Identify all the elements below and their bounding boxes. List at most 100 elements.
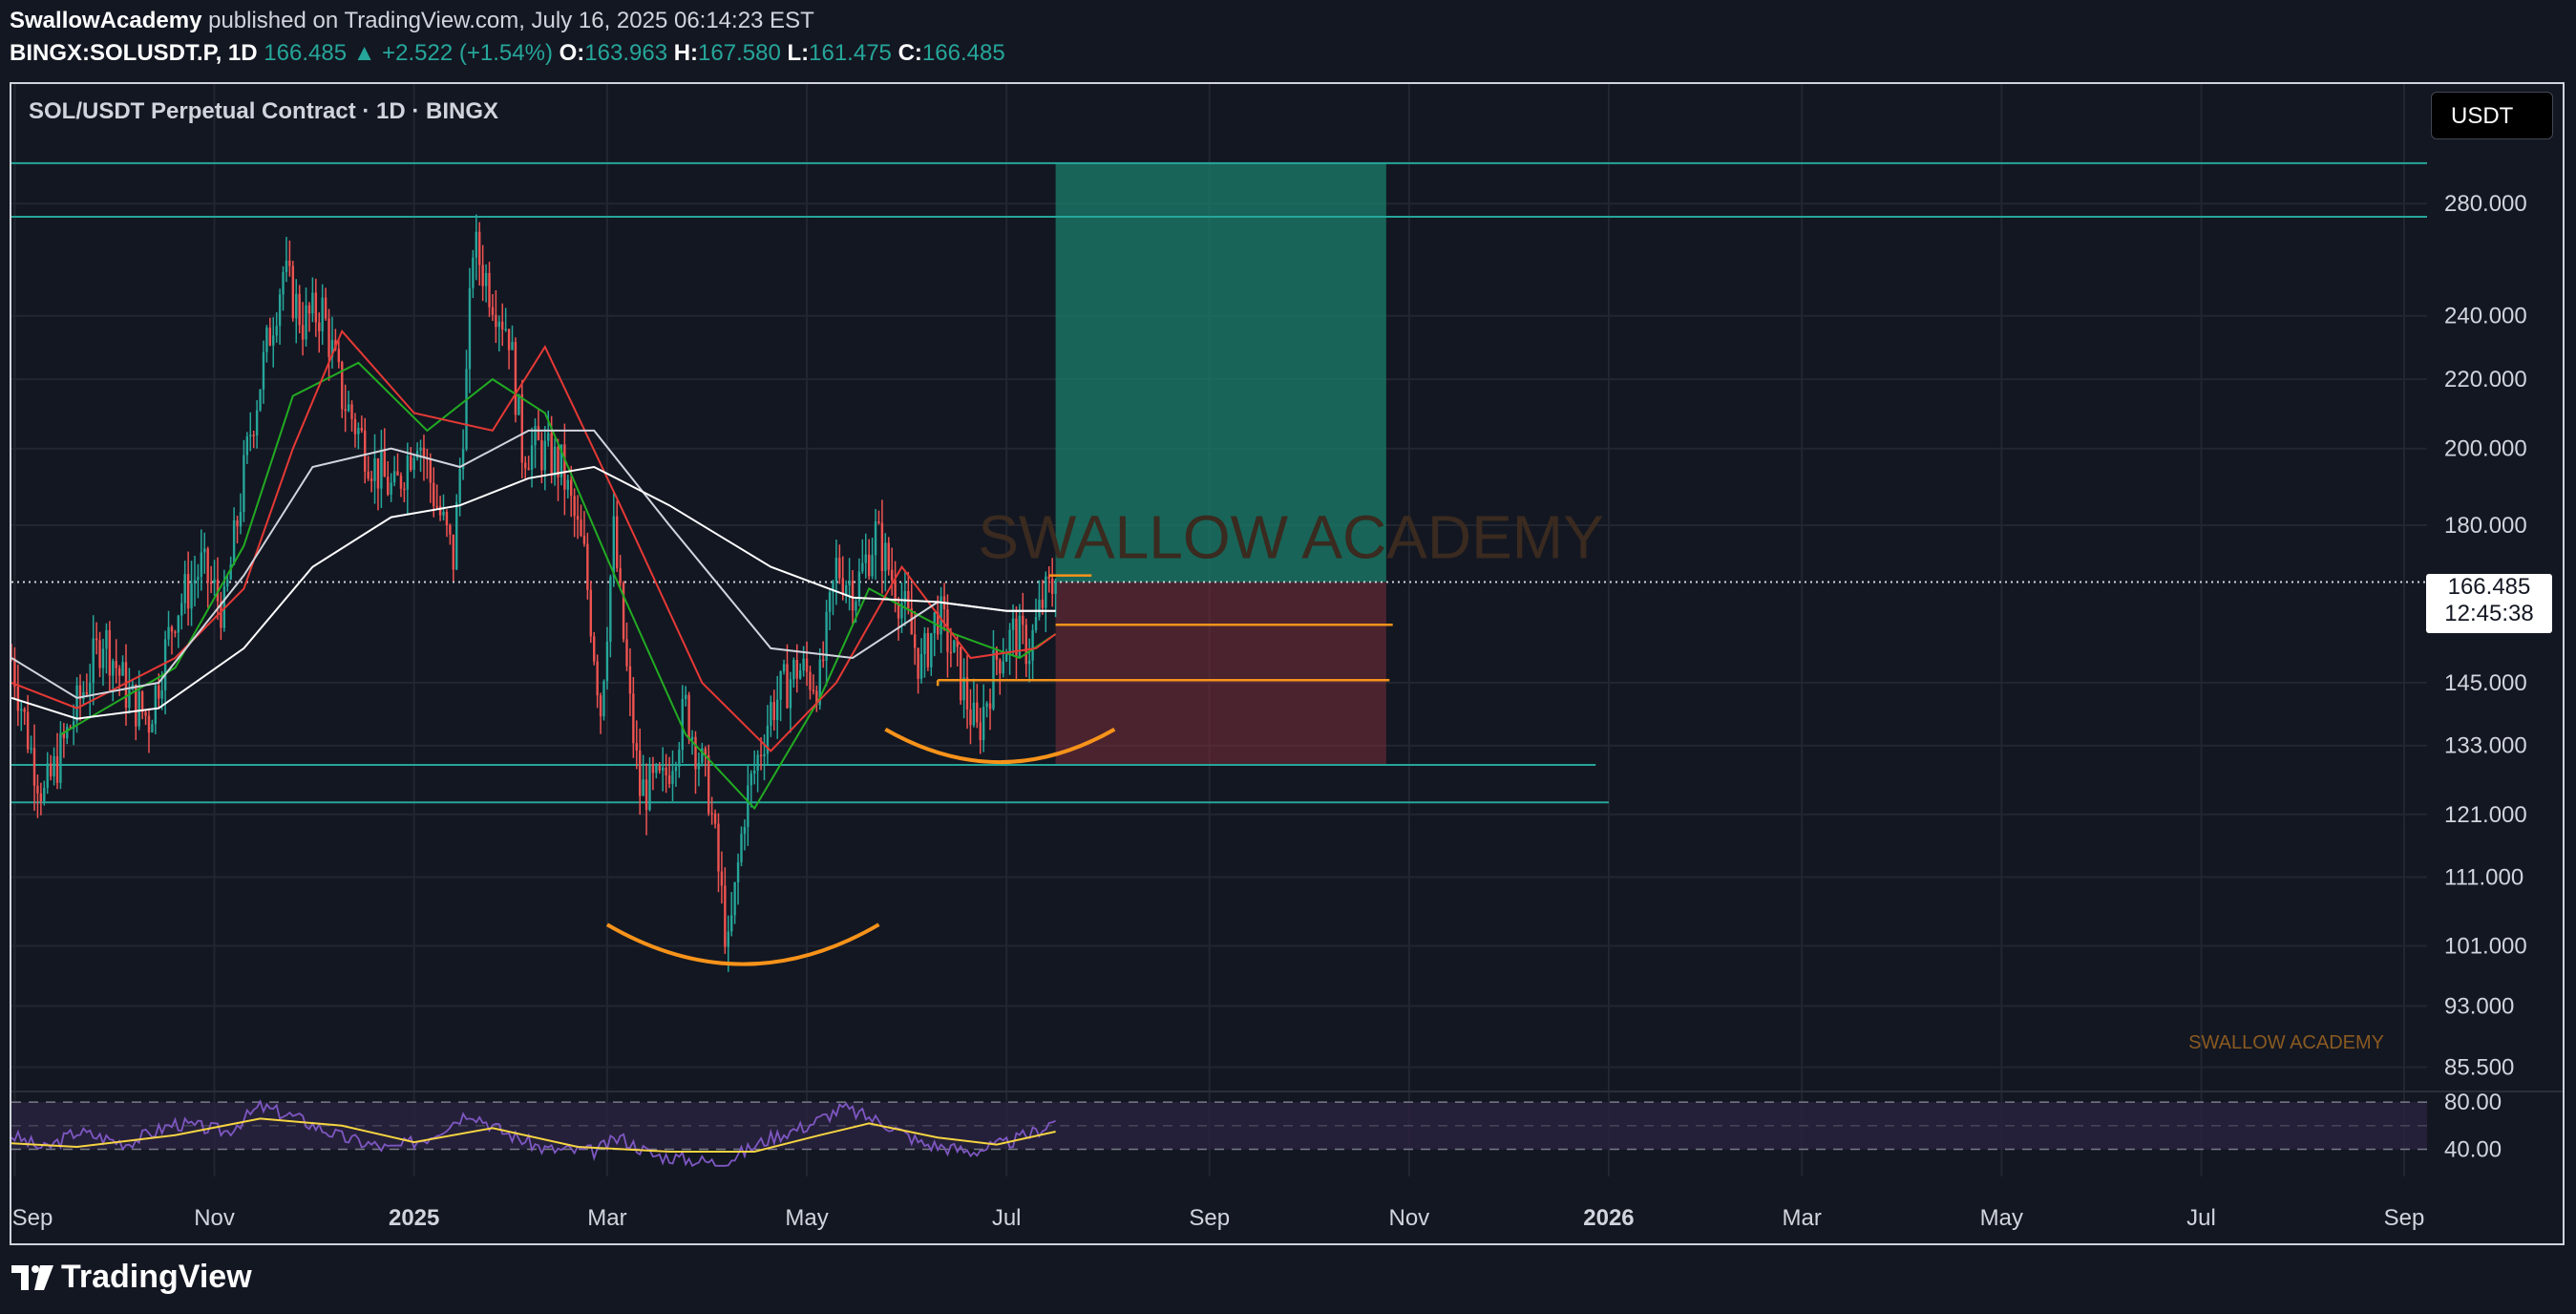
candle-body	[632, 693, 635, 744]
price-change: ▲ +2.522 (+1.54%)	[352, 40, 553, 66]
candle-body	[357, 428, 360, 434]
candle-body	[252, 434, 255, 436]
candle-body	[976, 702, 979, 723]
candle-body	[75, 685, 78, 722]
x-tick-label: Sep	[2384, 1205, 2425, 1231]
candle-body	[410, 456, 412, 470]
candle-body	[183, 574, 186, 604]
candle-body	[1027, 660, 1031, 665]
candle-body	[243, 455, 245, 513]
candle-body	[458, 469, 461, 502]
candle-body	[580, 519, 582, 537]
candle-body	[20, 709, 23, 711]
candle-body	[209, 583, 213, 584]
publish-info: published on TradingView.com, July 16, 2…	[208, 8, 814, 33]
symbol-name[interactable]: BINGX:SOLUSDT.P, 1D	[10, 40, 258, 66]
candle-body	[112, 661, 115, 676]
candle-body	[89, 683, 92, 694]
candle-body	[864, 554, 867, 563]
candle-body	[642, 779, 644, 796]
currency-button[interactable]: USDT	[2431, 92, 2553, 139]
candle-body	[880, 522, 884, 572]
candle-body	[1031, 629, 1034, 661]
candle-body	[923, 633, 926, 654]
high-value: 167.580	[698, 40, 781, 66]
candle-body	[115, 661, 117, 668]
candle-body	[763, 753, 766, 757]
candle-body	[772, 702, 775, 721]
y-tick-label: 111.000	[2444, 865, 2523, 891]
candle-body	[442, 511, 445, 516]
candle-body	[504, 328, 507, 330]
candle-body	[969, 709, 972, 726]
candle-body	[1034, 617, 1038, 630]
candle-body	[690, 736, 694, 740]
rsi-tick-label: 40.00	[2444, 1137, 2502, 1163]
candle-body	[39, 793, 43, 801]
candle-body	[616, 516, 619, 569]
candle-body	[834, 558, 838, 582]
candle-body	[779, 671, 782, 700]
candle-body	[415, 450, 419, 458]
x-tick-label: 2025	[389, 1205, 439, 1231]
candle-body	[46, 763, 49, 789]
candle-body	[321, 297, 324, 331]
candle-body	[147, 715, 151, 733]
candle-body	[101, 648, 105, 668]
candle-body	[809, 671, 812, 690]
candle-body	[953, 640, 956, 653]
x-tick-label: Sep	[12, 1205, 53, 1231]
candle-body	[291, 265, 295, 319]
candle-body	[720, 871, 724, 886]
candle-body	[403, 488, 406, 491]
moving-average-line	[11, 328, 1057, 752]
candle-body	[1004, 654, 1008, 662]
candle-body	[887, 542, 890, 570]
candle-body	[305, 305, 307, 340]
candle-body	[324, 297, 327, 319]
candle-body	[596, 661, 599, 696]
candle-body	[841, 578, 844, 595]
chart-frame[interactable]: SWALLOW ACADEMY SWALLOW ACADEMY SOL/USDT …	[10, 82, 2565, 1245]
candle-body	[272, 335, 275, 346]
author-name[interactable]: SwallowAcademy	[10, 8, 201, 33]
candle-body	[392, 471, 396, 483]
candle-body	[144, 711, 147, 716]
candle-body	[985, 703, 988, 707]
candle-body	[108, 629, 112, 676]
candle-body	[475, 231, 478, 258]
last-price: 166.485	[264, 40, 348, 66]
candle-body	[390, 482, 392, 495]
candle-body	[353, 418, 357, 434]
y-tick-label: 85.500	[2444, 1055, 2514, 1081]
candle-body	[988, 703, 992, 710]
candle-body	[619, 568, 622, 583]
close-value: 166.485	[921, 40, 1005, 66]
candle-body	[605, 642, 609, 682]
x-tick-label: Mar	[587, 1205, 626, 1231]
candle-body	[563, 444, 566, 490]
candle-body	[965, 677, 969, 710]
candle-body	[186, 574, 190, 609]
candle-body	[412, 457, 415, 470]
loss-zone	[1055, 582, 1386, 766]
candle-body	[999, 659, 1002, 674]
price-chart[interactable]: SWALLOW ACADEMY SWALLOW ACADEMY SOL/USDT …	[11, 84, 2563, 1243]
candle-body	[930, 633, 933, 668]
footer-brand[interactable]: TradingView	[11, 1259, 252, 1296]
candle-body	[786, 664, 789, 709]
candle-body	[792, 660, 795, 680]
candle-body	[1050, 579, 1054, 594]
candle-body	[373, 457, 376, 481]
candle-body	[387, 477, 390, 495]
candle-body	[190, 583, 193, 609]
candle-body	[307, 305, 311, 314]
candle-body	[674, 767, 678, 772]
candle-body	[160, 689, 163, 699]
candle-body	[628, 666, 632, 694]
publish-line: SwallowAcademy published on TradingView.…	[10, 8, 814, 34]
last-price-label: 166.485 12:45:38	[2426, 574, 2552, 633]
candle-body	[399, 475, 403, 489]
y-tick-label: 133.000	[2444, 733, 2527, 759]
candle-body	[151, 724, 154, 733]
